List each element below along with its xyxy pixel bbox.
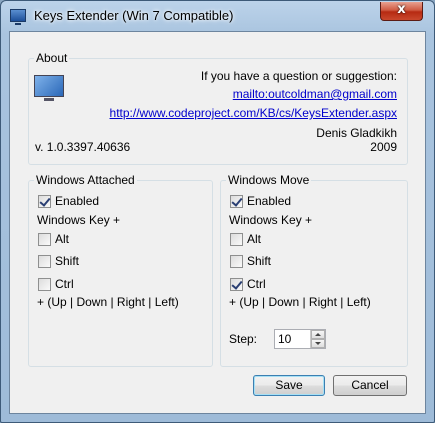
step-spinner[interactable]: 10 — [274, 329, 326, 349]
windows-attached-label: Windows Attached — [34, 173, 137, 187]
title-bar[interactable]: Keys Extender (Win 7 Compatible) x — [1, 1, 434, 31]
attached-ctrl-label[interactable]: Ctrl — [55, 277, 74, 291]
spin-down-arrow-icon[interactable] — [311, 339, 325, 348]
version-text: v. 1.0.3397.40636 — [35, 140, 131, 154]
attached-key-label: Windows Key + — [37, 213, 121, 227]
about-group-label: About — [34, 51, 70, 65]
move-ctrl-label[interactable]: Ctrl — [247, 277, 266, 291]
step-value[interactable]: 10 — [278, 332, 291, 346]
app-monitor-icon — [10, 9, 26, 25]
save-button[interactable]: Save — [253, 375, 325, 396]
attached-alt-checkbox[interactable] — [38, 233, 51, 246]
question-text: If you have a question or suggestion: — [200, 69, 397, 83]
step-spinner-buttons — [310, 330, 325, 348]
attached-enabled-checkbox[interactable] — [38, 195, 51, 208]
about-group: About If you have a question or suggesti… — [28, 51, 408, 165]
cancel-button[interactable]: Cancel — [333, 375, 407, 396]
window-title: Keys Extender (Win 7 Compatible) — [34, 8, 234, 23]
author-text: Denis Gladkikh — [316, 126, 397, 140]
dialog-client-area: About If you have a question or suggesti… — [9, 31, 426, 414]
attached-shift-checkbox[interactable] — [38, 255, 51, 268]
email-link[interactable]: mailto:outcoldman@gmail.com — [233, 87, 397, 101]
spin-up-arrow-icon[interactable] — [311, 330, 325, 339]
close-icon: x — [397, 2, 406, 17]
attached-arrows-label: + (Up | Down | Right | Left) — [37, 295, 179, 309]
step-label: Step: — [229, 332, 258, 346]
windows-move-label: Windows Move — [226, 173, 312, 187]
move-shift-label[interactable]: Shift — [247, 254, 271, 268]
move-shift-checkbox[interactable] — [230, 255, 243, 268]
move-enabled-label[interactable]: Enabled — [247, 194, 291, 208]
year-text: 2009 — [370, 140, 397, 154]
move-alt-label[interactable]: Alt — [247, 232, 261, 246]
app-window: Keys Extender (Win 7 Compatible) x About… — [0, 0, 435, 423]
move-enabled-checkbox[interactable] — [230, 195, 243, 208]
about-monitor-icon — [34, 75, 64, 101]
attached-alt-label[interactable]: Alt — [55, 232, 69, 246]
attached-enabled-label[interactable]: Enabled — [55, 194, 99, 208]
attached-ctrl-checkbox[interactable] — [38, 278, 51, 291]
move-alt-checkbox[interactable] — [230, 233, 243, 246]
url-link[interactable]: http://www.codeproject.com/KB/cs/KeysExt… — [110, 106, 397, 120]
attached-shift-label[interactable]: Shift — [55, 254, 79, 268]
move-key-label: Windows Key + — [229, 213, 313, 227]
close-button[interactable]: x — [380, 2, 423, 21]
windows-attached-group: Windows Attached Enabled Windows Key + A… — [28, 173, 213, 367]
move-ctrl-checkbox[interactable] — [230, 278, 243, 291]
move-arrows-label: + (Up | Down | Right | Left) — [229, 295, 371, 309]
